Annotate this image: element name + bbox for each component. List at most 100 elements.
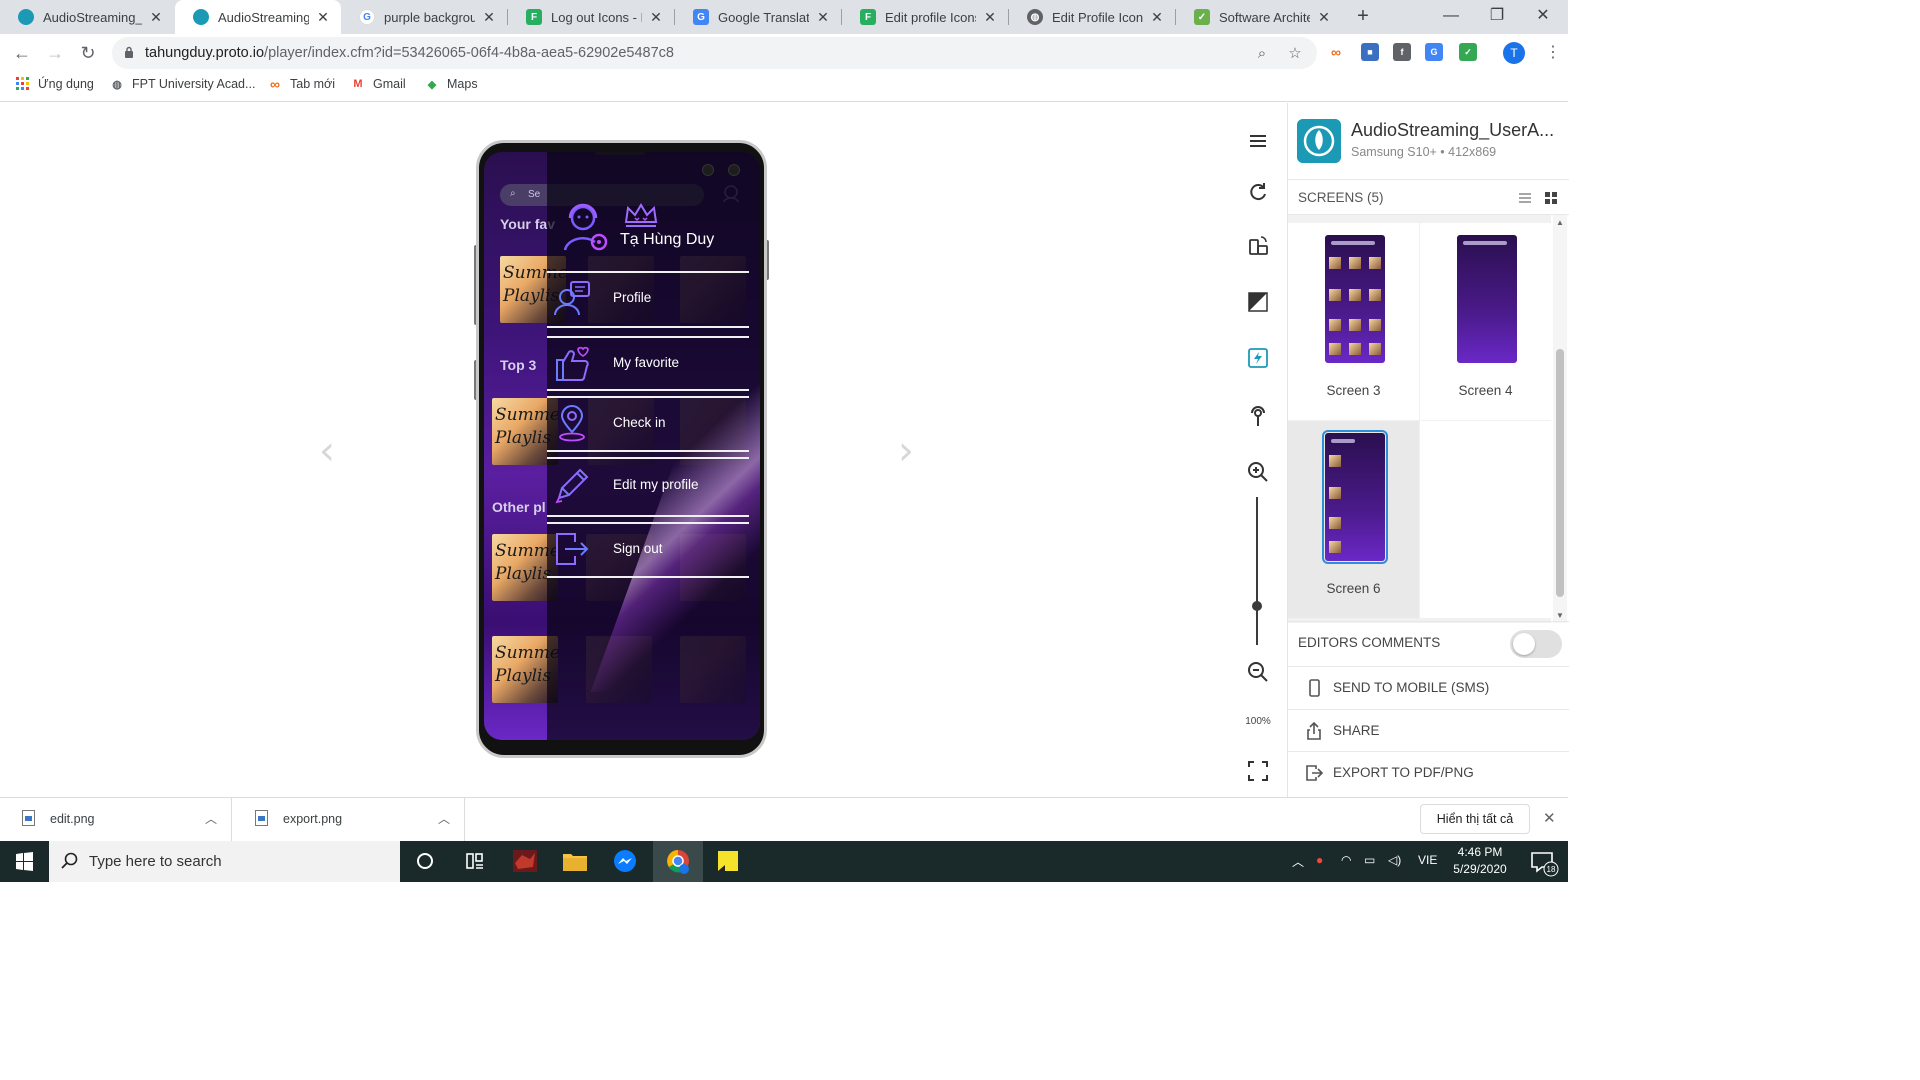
messenger-icon[interactable]: [600, 841, 650, 882]
battery-icon[interactable]: ▭: [1364, 853, 1375, 867]
touch-icon[interactable]: [1246, 404, 1270, 428]
scroll-up-icon[interactable]: ▲: [1556, 218, 1564, 227]
taskbar-search[interactable]: Type here to search: [49, 841, 400, 882]
drawer-divider: [547, 515, 749, 517]
list-view-icon[interactable]: [1518, 191, 1532, 205]
browser-tab[interactable]: AudioStreaming_U ✕: [0, 0, 174, 34]
wifi-icon[interactable]: ◠: [1341, 853, 1351, 867]
facebook-extension-icon[interactable]: f: [1393, 43, 1411, 61]
sticky-notes-icon[interactable]: [703, 841, 753, 882]
reload-icon[interactable]: ↻: [76, 41, 100, 65]
task-view-icon[interactable]: [450, 841, 500, 882]
bookmark-apps[interactable]: Ứng dụng: [16, 77, 94, 91]
export-icon: [1306, 765, 1323, 781]
download-item[interactable]: export.png ︿: [233, 798, 465, 842]
menu-icon[interactable]: [1246, 129, 1270, 153]
screen-thumbnail-selected[interactable]: Screen 6: [1288, 421, 1419, 618]
drawer-item-label: Check in: [613, 415, 760, 459]
browser-tab[interactable]: ◍ Edit Profile Icon - F ✕: [1009, 0, 1175, 34]
forward-icon[interactable]: →: [43, 41, 67, 65]
drawer-item-profile[interactable]: Profile: [547, 273, 749, 325]
close-tab-icon[interactable]: ✕: [1316, 9, 1332, 26]
close-window-icon[interactable]: ✕: [1520, 0, 1566, 34]
chevron-up-icon[interactable]: ︿: [438, 810, 450, 827]
close-tab-icon[interactable]: ✕: [148, 9, 164, 26]
input-language[interactable]: VIE: [1418, 853, 1437, 867]
zoom-out-icon[interactable]: [1246, 660, 1270, 684]
scrollbar-thumb[interactable]: [1556, 349, 1564, 597]
show-hidden-icons-icon[interactable]: ︿: [1292, 853, 1304, 870]
action-center-icon[interactable]: 18: [1518, 841, 1568, 882]
scroll-down-icon[interactable]: ▼: [1556, 611, 1564, 620]
game-app-icon[interactable]: [500, 841, 550, 882]
bookmark-star-icon[interactable]: ☆: [1286, 45, 1304, 63]
bookmark-gmail[interactable]: M Gmail: [351, 77, 405, 91]
browser-tab[interactable]: ✓ Software Architectu ✕: [1176, 0, 1342, 34]
windows-start-icon[interactable]: [0, 841, 48, 882]
drawer-item-label: Sign out: [613, 541, 760, 585]
grid-view-icon[interactable]: [1544, 191, 1558, 205]
close-shelf-icon[interactable]: ✕: [1543, 809, 1556, 827]
show-all-downloads-button[interactable]: Hiển thị tất cả: [1420, 804, 1530, 834]
protoio-icon: [18, 9, 34, 25]
next-screen-icon[interactable]: ›: [898, 428, 914, 474]
translate-extension-icon[interactable]: G: [1425, 43, 1443, 61]
screens-scrollbar[interactable]: ▲ ▼: [1553, 215, 1567, 623]
bookmark-fpt[interactable]: ◍ FPT University Acad...: [110, 77, 255, 91]
network-warning-icon[interactable]: ●: [1316, 853, 1323, 867]
zoom-in-icon[interactable]: [1246, 460, 1270, 484]
shield-extension-icon[interactable]: ✓: [1459, 43, 1477, 61]
download-item[interactable]: edit.png ︿: [0, 798, 232, 842]
minimize-icon[interactable]: —: [1428, 0, 1474, 34]
close-tab-icon[interactable]: ✕: [815, 9, 831, 26]
new-tab-icon[interactable]: +: [1352, 5, 1374, 27]
back-icon[interactable]: ←: [10, 41, 34, 65]
taskbar-clock[interactable]: 4:46 PM 5/29/2020: [1440, 844, 1520, 878]
drawer-item-my-favorite[interactable]: My favorite: [547, 338, 749, 390]
editors-comments-toggle[interactable]: [1510, 630, 1562, 658]
chrome-taskbar-icon[interactable]: [653, 841, 703, 882]
volume-icon[interactable]: ◁): [1388, 853, 1401, 867]
refresh-icon[interactable]: [1246, 180, 1270, 204]
screens-header: SCREENS (5): [1288, 179, 1569, 215]
screen-thumbnail[interactable]: Screen 3: [1288, 223, 1419, 420]
zoom-icon[interactable]: ⌕: [1253, 45, 1271, 63]
export-row[interactable]: EXPORT TO PDF/PNG: [1288, 751, 1569, 793]
browser-tab[interactable]: G purple backgrounc ✕: [341, 0, 507, 34]
drawer-item-check-in[interactable]: Check in: [547, 398, 749, 450]
address-bar[interactable]: tahungduy.proto.io/player/index.cfm?id=5…: [112, 37, 1317, 69]
drawer-item-edit-my-profile[interactable]: Edit my profile: [547, 460, 749, 512]
rotate-device-icon[interactable]: [1246, 234, 1270, 258]
zoom-slider-track[interactable]: [1256, 497, 1258, 645]
previous-screen-icon[interactable]: ‹: [319, 428, 335, 474]
zoom-slider-handle[interactable]: [1252, 601, 1262, 611]
cortana-icon[interactable]: [400, 841, 450, 882]
extension-icon[interactable]: ■: [1361, 43, 1379, 61]
flash-icon[interactable]: [1246, 346, 1270, 370]
maps-icon: ◆: [427, 78, 437, 91]
infinity-extension-icon[interactable]: ∞: [1327, 43, 1345, 61]
close-tab-icon[interactable]: ✕: [1149, 9, 1165, 26]
close-tab-icon[interactable]: ✕: [982, 9, 998, 26]
browser-tab-active[interactable]: AudioStreaming_U ✕: [175, 0, 341, 34]
screen-thumbnail[interactable]: Screen 4: [1420, 223, 1551, 420]
fullscreen-icon[interactable]: [1246, 759, 1270, 783]
browser-tab[interactable]: F Log out Icons - Fre ✕: [508, 0, 674, 34]
file-explorer-icon[interactable]: [550, 841, 600, 882]
browser-tab[interactable]: G Google Translate ✕: [675, 0, 841, 34]
bookmark-new-tab[interactable]: ∞ Tab mới: [268, 76, 335, 92]
chrome-menu-icon[interactable]: ⋮: [1545, 42, 1561, 62]
bookmark-maps[interactable]: ◆ Maps: [425, 77, 478, 91]
send-to-mobile-row[interactable]: SEND TO MOBILE (SMS): [1288, 666, 1569, 708]
close-tab-icon[interactable]: ✕: [481, 9, 497, 26]
share-row[interactable]: SHARE: [1288, 709, 1569, 751]
profile-avatar[interactable]: T: [1503, 42, 1525, 64]
chevron-up-icon[interactable]: ︿: [205, 810, 217, 827]
restore-icon[interactable]: ❐: [1474, 0, 1520, 34]
close-tab-icon[interactable]: ✕: [648, 9, 664, 26]
drawer-item-sign-out[interactable]: Sign out: [547, 524, 749, 576]
browser-tab[interactable]: F Edit profile Icons - ✕: [842, 0, 1008, 34]
contrast-icon[interactable]: [1246, 290, 1270, 314]
close-tab-icon[interactable]: ✕: [315, 9, 331, 26]
toggle-knob: [1513, 633, 1535, 655]
